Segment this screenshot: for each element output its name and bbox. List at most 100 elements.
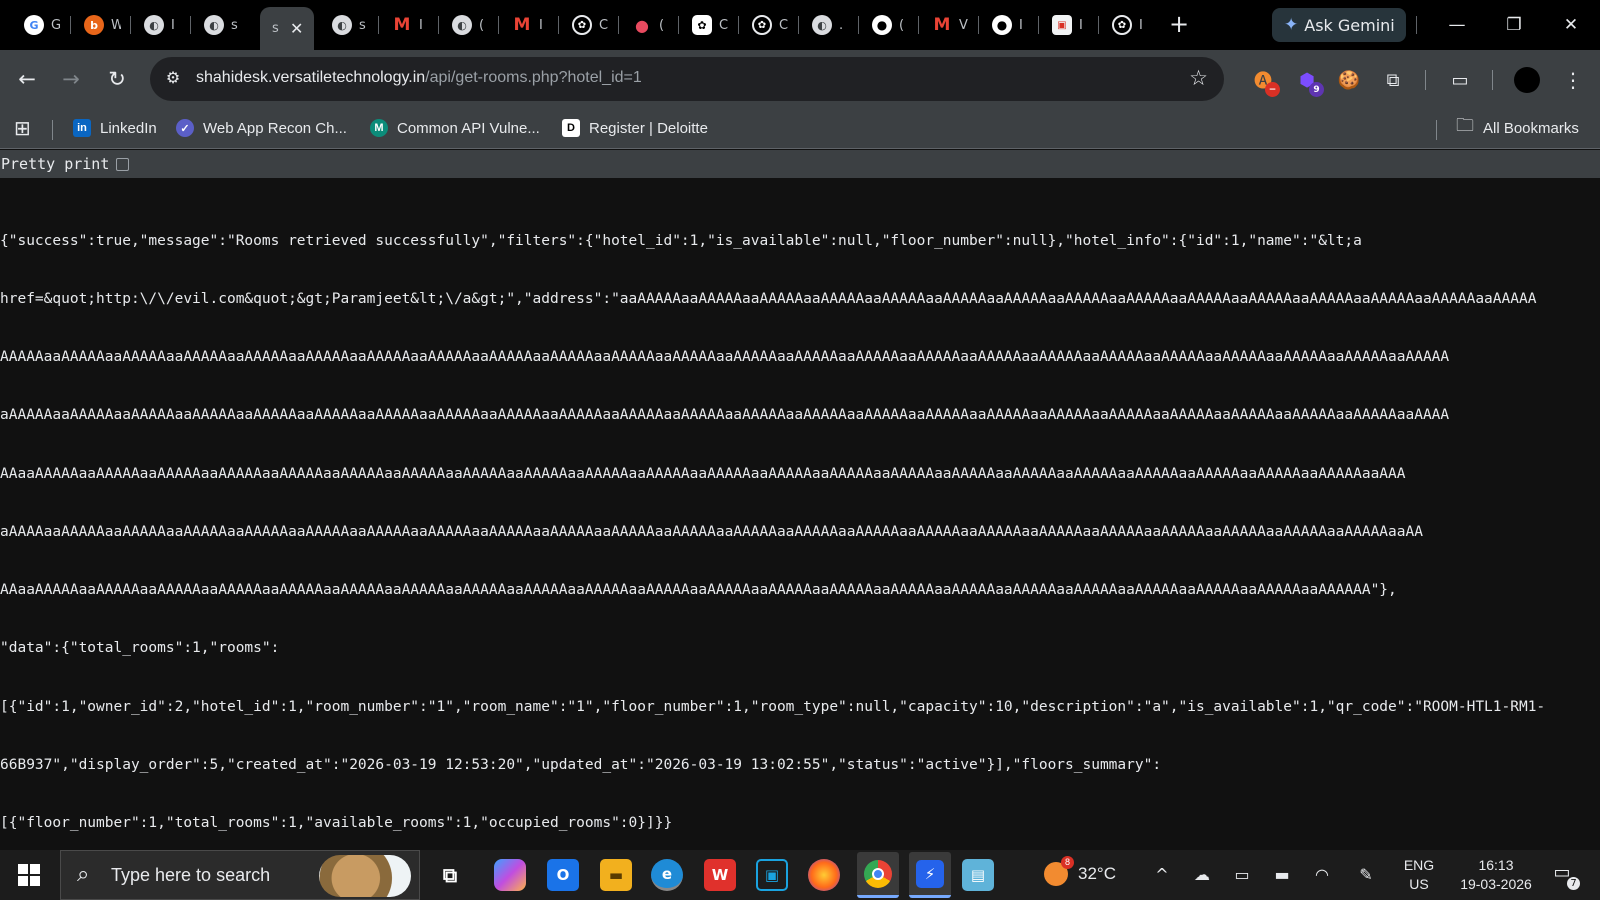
extension-with-badge-icon[interactable]: ⬢ 9 (1294, 67, 1324, 97)
tab-gmail-3[interactable]: M V (920, 7, 976, 43)
system-clock[interactable]: 16:13 19-03-2026 (1456, 856, 1536, 894)
pretty-print-checkbox[interactable] (116, 157, 130, 171)
new-tab-button[interactable]: + (1166, 12, 1192, 38)
tab-title: ( (899, 17, 905, 33)
pen-icon[interactable]: ✎ (1354, 863, 1378, 887)
tab-burp[interactable]: b W (72, 7, 128, 43)
forward-icon[interactable]: → (56, 64, 86, 94)
bookmark-deloitte[interactable]: D Register | Deloitte (562, 116, 708, 140)
address-bar[interactable]: ⚙ shahidesk.versatiletechnology.in/api/g… (150, 57, 1224, 101)
tab-gmail-2[interactable]: M I (500, 7, 556, 43)
tab-github-2[interactable]: ● I (980, 7, 1036, 43)
cookie-extension-icon[interactable]: 🍪 (1336, 67, 1362, 93)
profile-avatar[interactable] (1514, 67, 1540, 93)
bookmark-web-app-recon[interactable]: ✓ Web App Recon Ch... (176, 116, 347, 140)
tab-title: . (839, 17, 844, 33)
tab-page-8[interactable]: ◐ ( (440, 7, 496, 43)
restore-icon[interactable]: ❐ (1499, 10, 1529, 40)
globe-icon: ◐ (144, 15, 164, 35)
tab-image[interactable]: ▣ I (1040, 7, 1096, 43)
tab-cherry[interactable]: ● ( (620, 7, 676, 43)
tab-search-icon[interactable]: ▭ (1447, 67, 1473, 93)
weather-widget[interactable]: 8 32°C (1044, 856, 1116, 886)
tab-page-4[interactable]: ◐ s (192, 7, 248, 43)
copilot-icon[interactable] (494, 859, 526, 891)
input-language[interactable]: ENG US (1402, 856, 1436, 894)
weather-badge: 8 (1061, 856, 1074, 869)
json-line: [{"floor_number":1,"total_rooms":1,"avai… (0, 815, 673, 831)
site-info-icon[interactable]: ⚙ (162, 68, 184, 90)
linkedin-icon: in (73, 119, 91, 137)
weather-temp: 32°C (1078, 864, 1116, 883)
bookmark-linkedin[interactable]: in LinkedIn (73, 116, 157, 140)
ask-gemini-button[interactable]: ✦ Ask Gemini (1272, 8, 1406, 42)
file-explorer-icon[interactable]: ▬ (600, 859, 632, 891)
remote-app-icon[interactable]: ▣ (756, 859, 788, 891)
tab-title: G (51, 17, 61, 33)
tab-separator (858, 16, 859, 34)
tab-page-6[interactable]: ◐ s (320, 7, 376, 43)
adblock-extension-icon[interactable]: 🅐 − (1250, 67, 1280, 97)
bookmark-star-icon[interactable]: ☆ (1189, 66, 1208, 90)
bookmark-separator (1436, 120, 1437, 140)
bookmark-label: Web App Recon Ch... (203, 119, 347, 137)
tab-separator (678, 16, 679, 34)
clock-date: 19-03-2026 (1460, 876, 1532, 892)
reload-icon[interactable]: ↻ (102, 64, 132, 94)
chatgpt-icon: ✿ (572, 15, 592, 35)
tab-github-1[interactable]: ● ( (860, 7, 916, 43)
edge-icon[interactable]: e (651, 859, 683, 891)
ask-gemini-label: Ask Gemini (1304, 15, 1395, 35)
pretty-print-bar: Pretty print (0, 150, 1600, 178)
notification-center-icon[interactable]: ▭ 7 (1548, 862, 1580, 890)
apps-grid-icon[interactable]: ⊞ (14, 116, 31, 140)
toolbar-separator (1425, 70, 1426, 90)
back-icon[interactable]: ← (12, 64, 42, 94)
tab-chatgpt-2[interactable]: ✿ C (680, 7, 736, 43)
tab-active[interactable]: s ✕ (260, 7, 314, 50)
url-text[interactable]: shahidesk.versatiletechnology.in/api/get… (196, 69, 642, 87)
tab-separator (70, 16, 71, 34)
notepad-icon[interactable]: ▤ (962, 859, 994, 891)
tab-gmail-1[interactable]: M I (380, 7, 436, 43)
show-hidden-icons-icon[interactable]: ^ (1150, 863, 1174, 887)
tab-separator (378, 16, 379, 34)
all-bookmarks-button[interactable]: 🗀 All Bookmarks (1456, 115, 1579, 140)
tab-chatgpt-1[interactable]: ✿ C (560, 7, 616, 43)
wps-icon[interactable]: W (704, 859, 736, 891)
bookmark-common-api[interactable]: M Common API Vulne... (370, 116, 540, 140)
tab-title: ( (479, 17, 485, 33)
more-menu-icon[interactable]: ⋮ (1560, 67, 1586, 93)
onedrive-icon[interactable]: ☁ (1190, 863, 1214, 887)
tab-separator (1416, 16, 1417, 34)
firefox-icon[interactable] (808, 859, 840, 891)
bookmark-label: LinkedIn (100, 119, 157, 137)
battery-icon[interactable]: ▬ (1270, 863, 1294, 887)
json-line: "data":{"total_rooms":1,"rooms": (0, 640, 280, 657)
folder-icon: 🗀 (1456, 115, 1474, 135)
wifi-icon[interactable]: ◠ (1310, 863, 1334, 887)
windows-start-icon[interactable] (18, 864, 40, 886)
minimize-icon[interactable]: — (1442, 10, 1472, 40)
tab-chatgpt-4[interactable]: ✿ I (1100, 7, 1156, 43)
tab-separator (918, 16, 919, 34)
taskbar-search-box[interactable]: ⌕ Type here to search (60, 850, 420, 900)
close-window-icon[interactable]: ✕ (1556, 10, 1586, 40)
search-highlight-image (319, 855, 411, 897)
search-icon: ⌕ (77, 862, 90, 887)
tab-separator (1098, 16, 1099, 34)
close-tab-icon[interactable]: ✕ (290, 19, 303, 38)
power-automate-icon[interactable]: ⚡ (909, 852, 951, 898)
tab-separator (978, 16, 979, 34)
tab-chatgpt-3[interactable]: ✿ C (740, 7, 796, 43)
task-view-icon[interactable]: ⧉ (434, 859, 466, 891)
extensions-puzzle-icon[interactable]: ⧉ (1380, 67, 1406, 93)
outlook-icon[interactable]: O (547, 859, 579, 891)
json-line: aAAAAaaAAAAAaaAAAAAaaAAAAAaaAAAAAaaAAAAA… (0, 523, 1423, 540)
webapp-recon-icon: ✓ (176, 119, 194, 137)
display-icon[interactable]: ▭ (1230, 863, 1254, 887)
tab-page-3[interactable]: ◐ I (132, 7, 188, 43)
tab-page-14[interactable]: ◐ . (800, 7, 856, 43)
chrome-icon[interactable] (857, 852, 899, 898)
tab-google[interactable]: G G (12, 7, 68, 43)
